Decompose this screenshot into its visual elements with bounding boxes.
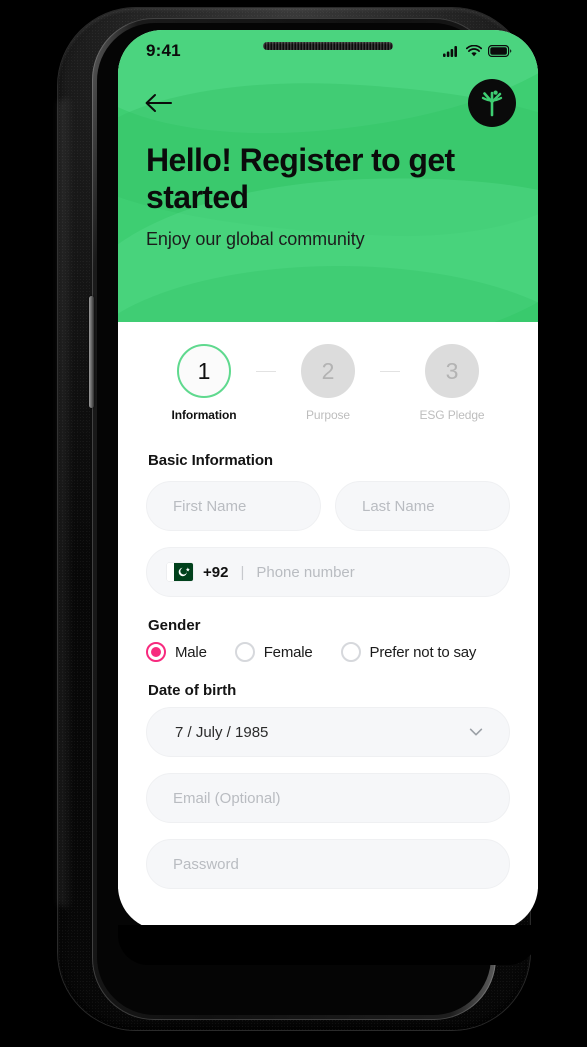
gender-option-male-label: Male (175, 643, 207, 661)
page-subtitle: Enjoy our global community (146, 228, 365, 249)
section-title-basic-information: Basic Information (148, 452, 273, 469)
step-label-2: Purpose (306, 408, 350, 422)
date-of-birth-label: Date of birth (148, 682, 237, 699)
volume-button[interactable] (89, 296, 94, 408)
country-code: +92 (203, 563, 229, 581)
gender-option-male[interactable]: Male (146, 642, 207, 662)
signal-icon (443, 46, 457, 57)
step-label-3: ESG Pledge (419, 408, 485, 422)
phone-screen: 9:41 Hello! Register to get started Enjo… (118, 30, 538, 930)
phone-divider: | (240, 563, 245, 581)
gender-option-female-label: Female (263, 643, 313, 661)
date-of-birth-select[interactable]: 7 / July / 1985 (146, 707, 510, 757)
phone-number-input[interactable]: Phone number (256, 564, 354, 581)
step-label-1: Information (171, 408, 237, 422)
gender-option-prefer-not-to-say[interactable]: Prefer not to say (340, 642, 477, 662)
gender-option-female[interactable]: Female (234, 642, 313, 662)
step-circle-1: 1 (177, 344, 231, 398)
stepper-step-information[interactable]: 1 Information (152, 344, 256, 422)
status-time: 9:41 (146, 41, 181, 60)
phone-number-field[interactable]: +92 | Phone number (146, 547, 510, 597)
date-of-birth-value: 7 / July / 1985 (175, 723, 269, 741)
radio-prefer-not-to-say-icon[interactable] (340, 642, 361, 662)
crescent-star-icon (178, 567, 190, 577)
app-logo-icon (471, 82, 513, 124)
page-title: Hello! Register to get started (146, 142, 455, 216)
radio-male-icon[interactable] (146, 642, 166, 662)
gender-label: Gender (148, 617, 201, 634)
step-circle-2: 2 (301, 344, 355, 398)
form-body: 1 Information 2 Purpose 3 ESG Pledge Bas… (118, 322, 538, 889)
header-text-block: Hello! Register to get started Enjoy our… (118, 134, 538, 250)
email-input[interactable]: Email (Optional) (146, 773, 510, 823)
name-fields-row: First Name Last Name (146, 481, 510, 531)
stepper-connector-1 (256, 371, 276, 372)
gender-radio-group: Male Female Prefer not to say (146, 642, 510, 662)
password-input[interactable]: Password (146, 839, 510, 889)
radio-female-icon[interactable] (234, 642, 255, 662)
gender-option-prefer-not-to-say-label: Prefer not to say (369, 643, 477, 661)
stepper-step-purpose[interactable]: 2 Purpose (276, 344, 380, 422)
back-button[interactable] (144, 88, 178, 118)
status-bar: 9:41 (118, 30, 538, 72)
earpiece-speaker (263, 42, 393, 50)
screen-bottom-mask (118, 925, 538, 965)
last-name-input[interactable]: Last Name (335, 481, 510, 531)
arrow-left-icon (145, 94, 172, 112)
battery-icon (488, 45, 512, 57)
first-name-input[interactable]: First Name (146, 481, 321, 531)
status-icons (443, 45, 512, 57)
nav-row (118, 72, 538, 134)
chevron-down-icon (469, 728, 483, 736)
stepper-step-esg-pledge[interactable]: 3 ESG Pledge (400, 344, 504, 422)
green-header: 9:41 Hello! Register to get started Enjo… (118, 30, 538, 322)
stepper-connector-2 (380, 371, 400, 372)
app-logo[interactable] (468, 79, 516, 127)
wifi-icon (466, 45, 482, 57)
step-circle-3: 3 (425, 344, 479, 398)
registration-stepper: 1 Information 2 Purpose 3 ESG Pledge (146, 344, 510, 422)
phone-mockup-stage: 9:41 Hello! Register to get started Enjo… (0, 0, 587, 1047)
pakistan-flag-icon (167, 563, 193, 581)
